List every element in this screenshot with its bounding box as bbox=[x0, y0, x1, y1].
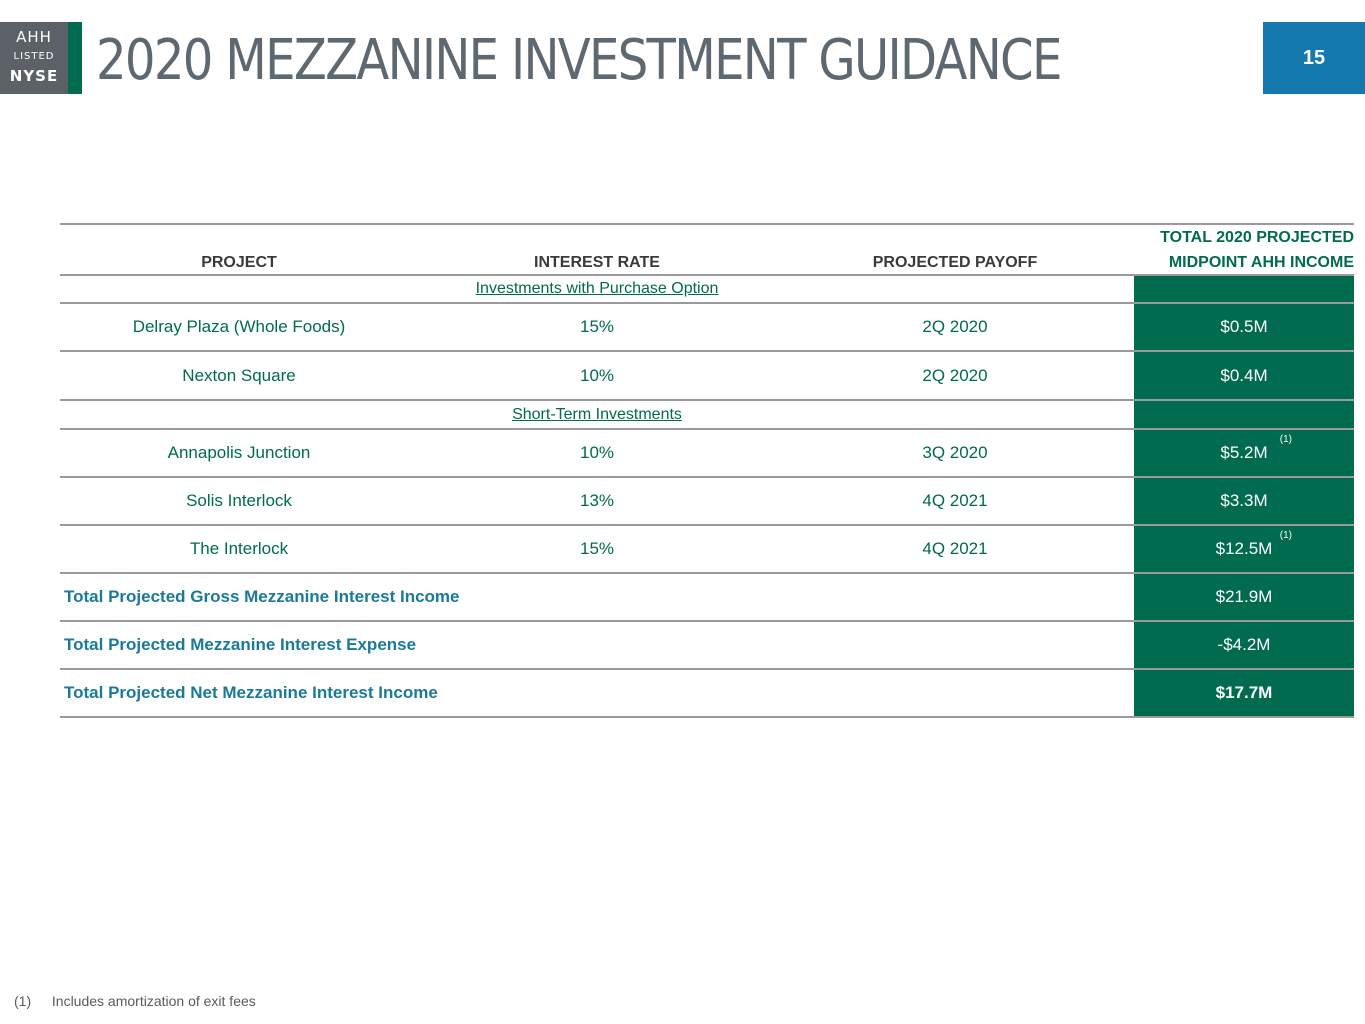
total-row-net-income: Total Projected Net Mezzanine Interest I… bbox=[60, 670, 1354, 718]
total-row-gross-income: Total Projected Gross Mezzanine Interest… bbox=[60, 574, 1354, 622]
logo-exchange: NYSE bbox=[9, 67, 59, 85]
projected-income-cell: $5.2M (1) bbox=[1134, 430, 1354, 476]
header-projected-payoff: PROJECTED PAYOFF bbox=[872, 254, 1038, 271]
total-label: Total Projected Net Mezzanine Interest I… bbox=[64, 683, 438, 702]
project-name: Nexton Square bbox=[182, 365, 296, 385]
section-income-cell bbox=[1134, 276, 1354, 302]
projected-income: $12.5M bbox=[1215, 539, 1273, 558]
project-name: Solis Interlock bbox=[186, 491, 292, 510]
project-name: Delray Plaza (Whole Foods) bbox=[132, 317, 346, 336]
projected-income-cell: $12.5M (1) bbox=[1134, 526, 1354, 572]
projected-income: $0.4M bbox=[1134, 352, 1354, 399]
projected-payoff: 4Q 2021 bbox=[922, 539, 988, 558]
projected-payoff: 3Q 2020 bbox=[922, 443, 988, 462]
projected-payoff: 2Q 2020 bbox=[922, 317, 988, 336]
section-link-short-term[interactable]: Short-Term Investments bbox=[60, 401, 1134, 428]
projected-payoff: 4Q 2021 bbox=[922, 491, 988, 510]
projected-income: $5.2M bbox=[1220, 443, 1268, 462]
total-value: $17.7M bbox=[1134, 670, 1354, 716]
section-income-cell bbox=[1134, 401, 1354, 428]
projected-payoff: 2Q 2020 bbox=[922, 365, 988, 385]
mezzanine-guidance-table: PROJECT INTEREST RATE PROJECTED PAYOFF T… bbox=[60, 223, 1354, 718]
interest-rate: 15% bbox=[579, 539, 615, 558]
total-row-interest-expense: Total Projected Mezzanine Interest Expen… bbox=[60, 622, 1354, 670]
project-name: Annapolis Junction bbox=[167, 443, 311, 462]
page-title: 2020 MEZZANINE INVESTMENT GUIDANCE bbox=[96, 28, 1062, 93]
interest-rate: 13% bbox=[579, 491, 615, 510]
total-label: Total Projected Gross Mezzanine Interest… bbox=[64, 587, 460, 606]
logo-accent-stripe bbox=[68, 22, 82, 94]
section-link-purchase-option[interactable]: Investments with Purchase Option bbox=[60, 276, 1134, 302]
logo-ticker: AHH bbox=[16, 28, 52, 46]
total-value: $21.9M bbox=[1134, 574, 1354, 620]
nyse-listed-logo: AHH LISTED NYSE bbox=[0, 22, 68, 94]
footnote-number: (1) bbox=[14, 993, 32, 1009]
section-row-short-term: Short-Term Investments bbox=[60, 401, 1354, 430]
page-number: 15 bbox=[1263, 22, 1365, 94]
table-row: Nexton Square 10% 2Q 2020 $0.4M bbox=[60, 352, 1354, 401]
header-income: TOTAL 2020 PROJECTED MIDPOINT AHH INCOME bbox=[1134, 225, 1354, 274]
header-income-line2: MIDPOINT AHH INCOME bbox=[1168, 253, 1354, 271]
total-value: -$4.2M bbox=[1134, 622, 1354, 668]
header-project: PROJECT bbox=[201, 254, 277, 271]
table-row: Delray Plaza (Whole Foods) 15% 2Q 2020 $… bbox=[60, 304, 1354, 352]
header-income-line1: TOTAL 2020 PROJECTED bbox=[1160, 228, 1354, 246]
interest-rate: 10% bbox=[579, 443, 615, 462]
header-interest-rate: INTEREST RATE bbox=[534, 254, 660, 271]
projected-income: $0.5M bbox=[1134, 304, 1354, 350]
footnote: (1) Includes amortization of exit fees bbox=[14, 993, 256, 1009]
projected-income: $3.3M bbox=[1134, 478, 1354, 524]
footnote-marker: (1) bbox=[1279, 434, 1292, 445]
table-row: Annapolis Junction 10% 3Q 2020 $5.2M (1) bbox=[60, 430, 1354, 478]
table-header-row: PROJECT INTEREST RATE PROJECTED PAYOFF T… bbox=[60, 223, 1354, 276]
total-label: Total Projected Mezzanine Interest Expen… bbox=[64, 635, 417, 654]
interest-rate: 10% bbox=[579, 365, 615, 385]
footnote-marker: (1) bbox=[1279, 530, 1292, 541]
section-row-purchase-option: Investments with Purchase Option bbox=[60, 276, 1354, 304]
footnote-text: Includes amortization of exit fees bbox=[51, 993, 256, 1009]
table-row: Solis Interlock 13% 4Q 2021 $3.3M bbox=[60, 478, 1354, 526]
interest-rate: 15% bbox=[579, 317, 615, 336]
project-name: The Interlock bbox=[189, 539, 289, 558]
table-row: The Interlock 15% 4Q 2021 $12.5M (1) bbox=[60, 526, 1354, 574]
logo-listed: LISTED bbox=[13, 51, 55, 62]
